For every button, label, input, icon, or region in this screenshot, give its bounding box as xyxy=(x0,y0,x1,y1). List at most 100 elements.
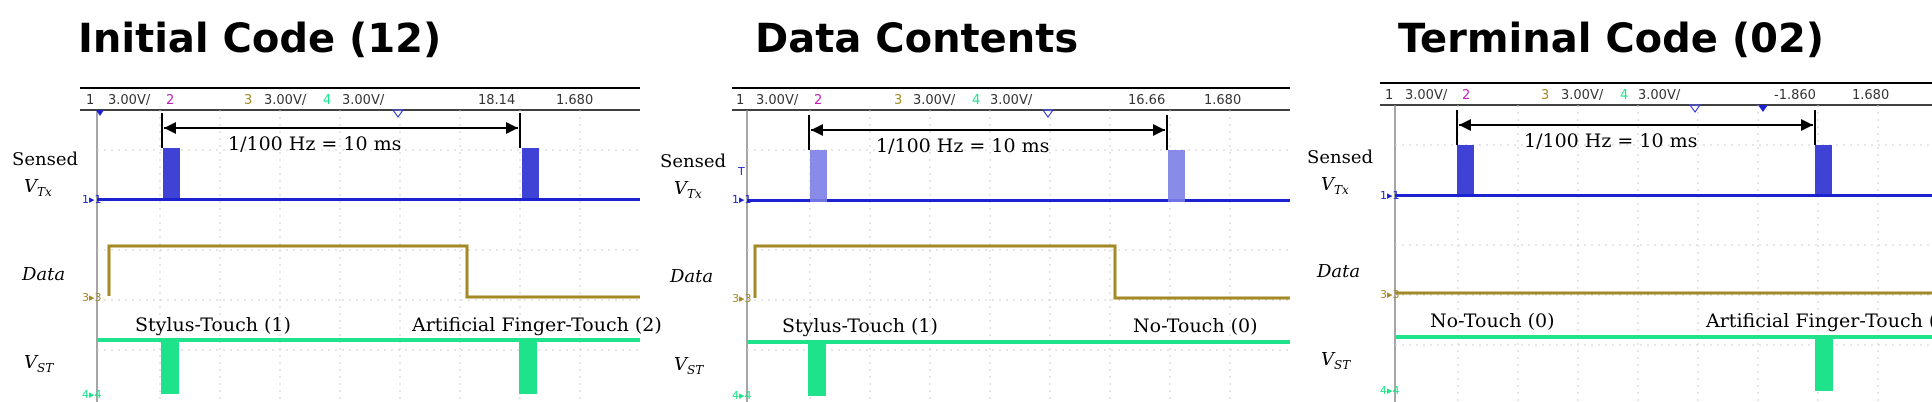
waveform-vtx xyxy=(97,148,640,201)
vtx-pulse xyxy=(1815,145,1832,197)
waveform-vst xyxy=(1395,335,1932,391)
waveform-vst xyxy=(97,338,640,394)
ch1-scale: 3.00V/ xyxy=(756,93,799,108)
waveform-data xyxy=(107,244,640,299)
vtx-label: VTx xyxy=(674,178,702,201)
ch4-scale: 3.00V/ xyxy=(342,93,385,108)
arrowhead-right xyxy=(1153,124,1165,136)
scope-header: 1 3.00V/ 2 3 3.00V/ 4 3.00V/ 18.14 1.680 xyxy=(80,87,640,111)
ch1-scale: 3.00V/ xyxy=(108,93,151,108)
waveform-vtx xyxy=(1395,145,1932,197)
ch4-scale: 3.00V/ xyxy=(990,93,1033,108)
ch4-level-marker: 4▸4 xyxy=(1380,384,1400,397)
data-trace xyxy=(753,244,1290,300)
panel-initial-code: Initial Code (12) 1 3.00V/ 2 3 3.00V/ 4 … xyxy=(12,16,662,402)
vst-label: VST xyxy=(1321,349,1351,372)
period-label: 1/100 Hz = 10 ms xyxy=(1524,130,1697,152)
arrowhead-left xyxy=(811,124,823,136)
ch3-level-marker: 3▸3 xyxy=(82,291,102,304)
vst-label: VST xyxy=(674,354,704,377)
right-annotation: Artificial Finger-Touch (2) xyxy=(411,314,662,336)
data-label: Data xyxy=(1316,261,1360,282)
waveform-vst xyxy=(747,340,1290,396)
time-position: 18.14 xyxy=(478,93,515,108)
vtx-pulse xyxy=(522,148,539,201)
figure-canvas: Initial Code (12) 1 3.00V/ 2 3 3.00V/ 4 … xyxy=(12,16,1932,402)
trigger-level-marker: T xyxy=(737,165,745,178)
ch4-level-marker: 4▸4 xyxy=(732,389,752,402)
period-measurement: 1/100 Hz = 10 ms xyxy=(808,115,1168,157)
ch1-scale: 3.00V/ xyxy=(1405,88,1448,103)
period-label: 1/100 Hz = 10 ms xyxy=(228,133,401,155)
ch3-marker: 3 xyxy=(244,93,252,108)
vtx-baseline xyxy=(747,199,1290,202)
ch3-level-marker: 3▸3 xyxy=(732,292,752,305)
vtx-baseline xyxy=(1395,194,1932,197)
signal-labels: Sensed VTx Data VST xyxy=(12,149,78,375)
vst-baseline xyxy=(747,340,1290,344)
ch3-marker: 3 xyxy=(1541,88,1549,103)
vst-label: VST xyxy=(24,352,54,375)
panel-terminal-code: Terminal Code (02) 1 3.00V/ 2 3 3.00V/ 4… xyxy=(1307,16,1932,402)
period-measurement: 1/100 Hz = 10 ms xyxy=(1456,110,1816,152)
panel-title: Initial Code (12) xyxy=(78,16,441,62)
panel-title: Terminal Code (02) xyxy=(1398,16,1824,62)
panel-data-contents: Data Contents 1 3.00V/ 2 3 3.00V/ 4 3.00… xyxy=(660,16,1290,402)
ch4-marker: 4 xyxy=(972,93,980,108)
ch1-marker: 1 xyxy=(1385,88,1393,103)
ch1-marker: 1 xyxy=(86,93,94,108)
left-annotation: Stylus-Touch (1) xyxy=(135,314,291,336)
scope-header: 1 3.00V/ 2 3 3.00V/ 4 3.00V/ -1.860 1.68… xyxy=(1380,82,1932,106)
ch2-marker: 2 xyxy=(814,93,822,108)
right-annotation: Artificial Finger-Touch (2) xyxy=(1705,310,1932,332)
vst-pulse xyxy=(1815,335,1833,391)
ch2-marker: 2 xyxy=(166,93,174,108)
ch4-scale: 3.00V/ xyxy=(1638,88,1681,103)
time-position: -1.860 xyxy=(1774,88,1816,103)
signal-labels: Sensed VTx Data VST xyxy=(1307,147,1373,372)
panel-title: Data Contents xyxy=(755,16,1078,62)
signal-labels: Sensed VTx Data VST xyxy=(660,151,726,377)
vtx-pulse xyxy=(810,150,827,202)
scope-header: 1 3.00V/ 2 3 3.00V/ 4 3.00V/ 16.66 1.680 xyxy=(732,87,1290,111)
channel-markers: 1▸1 3▸3 4▸4 xyxy=(732,193,752,402)
vst-pulse xyxy=(519,338,537,394)
waveform-data xyxy=(753,244,1290,300)
arrowhead-right xyxy=(506,122,518,134)
sensed-label: Sensed xyxy=(1307,147,1373,168)
period-measurement: 1/100 Hz = 10 ms xyxy=(161,113,521,155)
ch3-scale: 3.00V/ xyxy=(264,93,307,108)
ch3-marker: 3 xyxy=(894,93,902,108)
vtx-pulse xyxy=(163,148,180,201)
time-marker xyxy=(392,109,404,118)
left-annotation: No-Touch (0) xyxy=(1430,310,1555,332)
vst-pulse xyxy=(808,340,826,396)
vtx-pulse xyxy=(1457,145,1474,197)
waveform-vtx xyxy=(747,150,1290,202)
vst-pulse xyxy=(161,338,179,394)
vtx-label: VTx xyxy=(24,176,52,199)
arrowhead-left xyxy=(164,122,176,134)
ch2-marker: 2 xyxy=(1462,88,1470,103)
sensed-label: Sensed xyxy=(12,149,78,170)
sensed-label: Sensed xyxy=(660,151,726,172)
vtx-pulse xyxy=(1168,150,1185,202)
arrowhead-left xyxy=(1459,119,1471,131)
time-marker xyxy=(1042,109,1054,118)
arrowhead-right xyxy=(1801,119,1813,131)
data-label: Data xyxy=(21,264,65,285)
timebase: 1.680 xyxy=(556,93,593,108)
vst-baseline xyxy=(1395,335,1932,339)
data-trace xyxy=(107,244,640,299)
ch3-scale: 3.00V/ xyxy=(913,93,956,108)
timebase: 1.680 xyxy=(1852,88,1889,103)
trigger-marker xyxy=(1758,105,1768,112)
ch1-marker: 1 xyxy=(736,93,744,108)
channel-markers: 1▸1 3▸3 4▸4 xyxy=(82,193,102,401)
ch4-level-marker: 4▸4 xyxy=(82,388,102,401)
ch4-marker: 4 xyxy=(323,93,331,108)
period-label: 1/100 Hz = 10 ms xyxy=(876,135,1049,157)
data-label: Data xyxy=(669,266,713,287)
right-annotation: No-Touch (0) xyxy=(1133,315,1258,337)
time-position: 16.66 xyxy=(1128,93,1165,108)
